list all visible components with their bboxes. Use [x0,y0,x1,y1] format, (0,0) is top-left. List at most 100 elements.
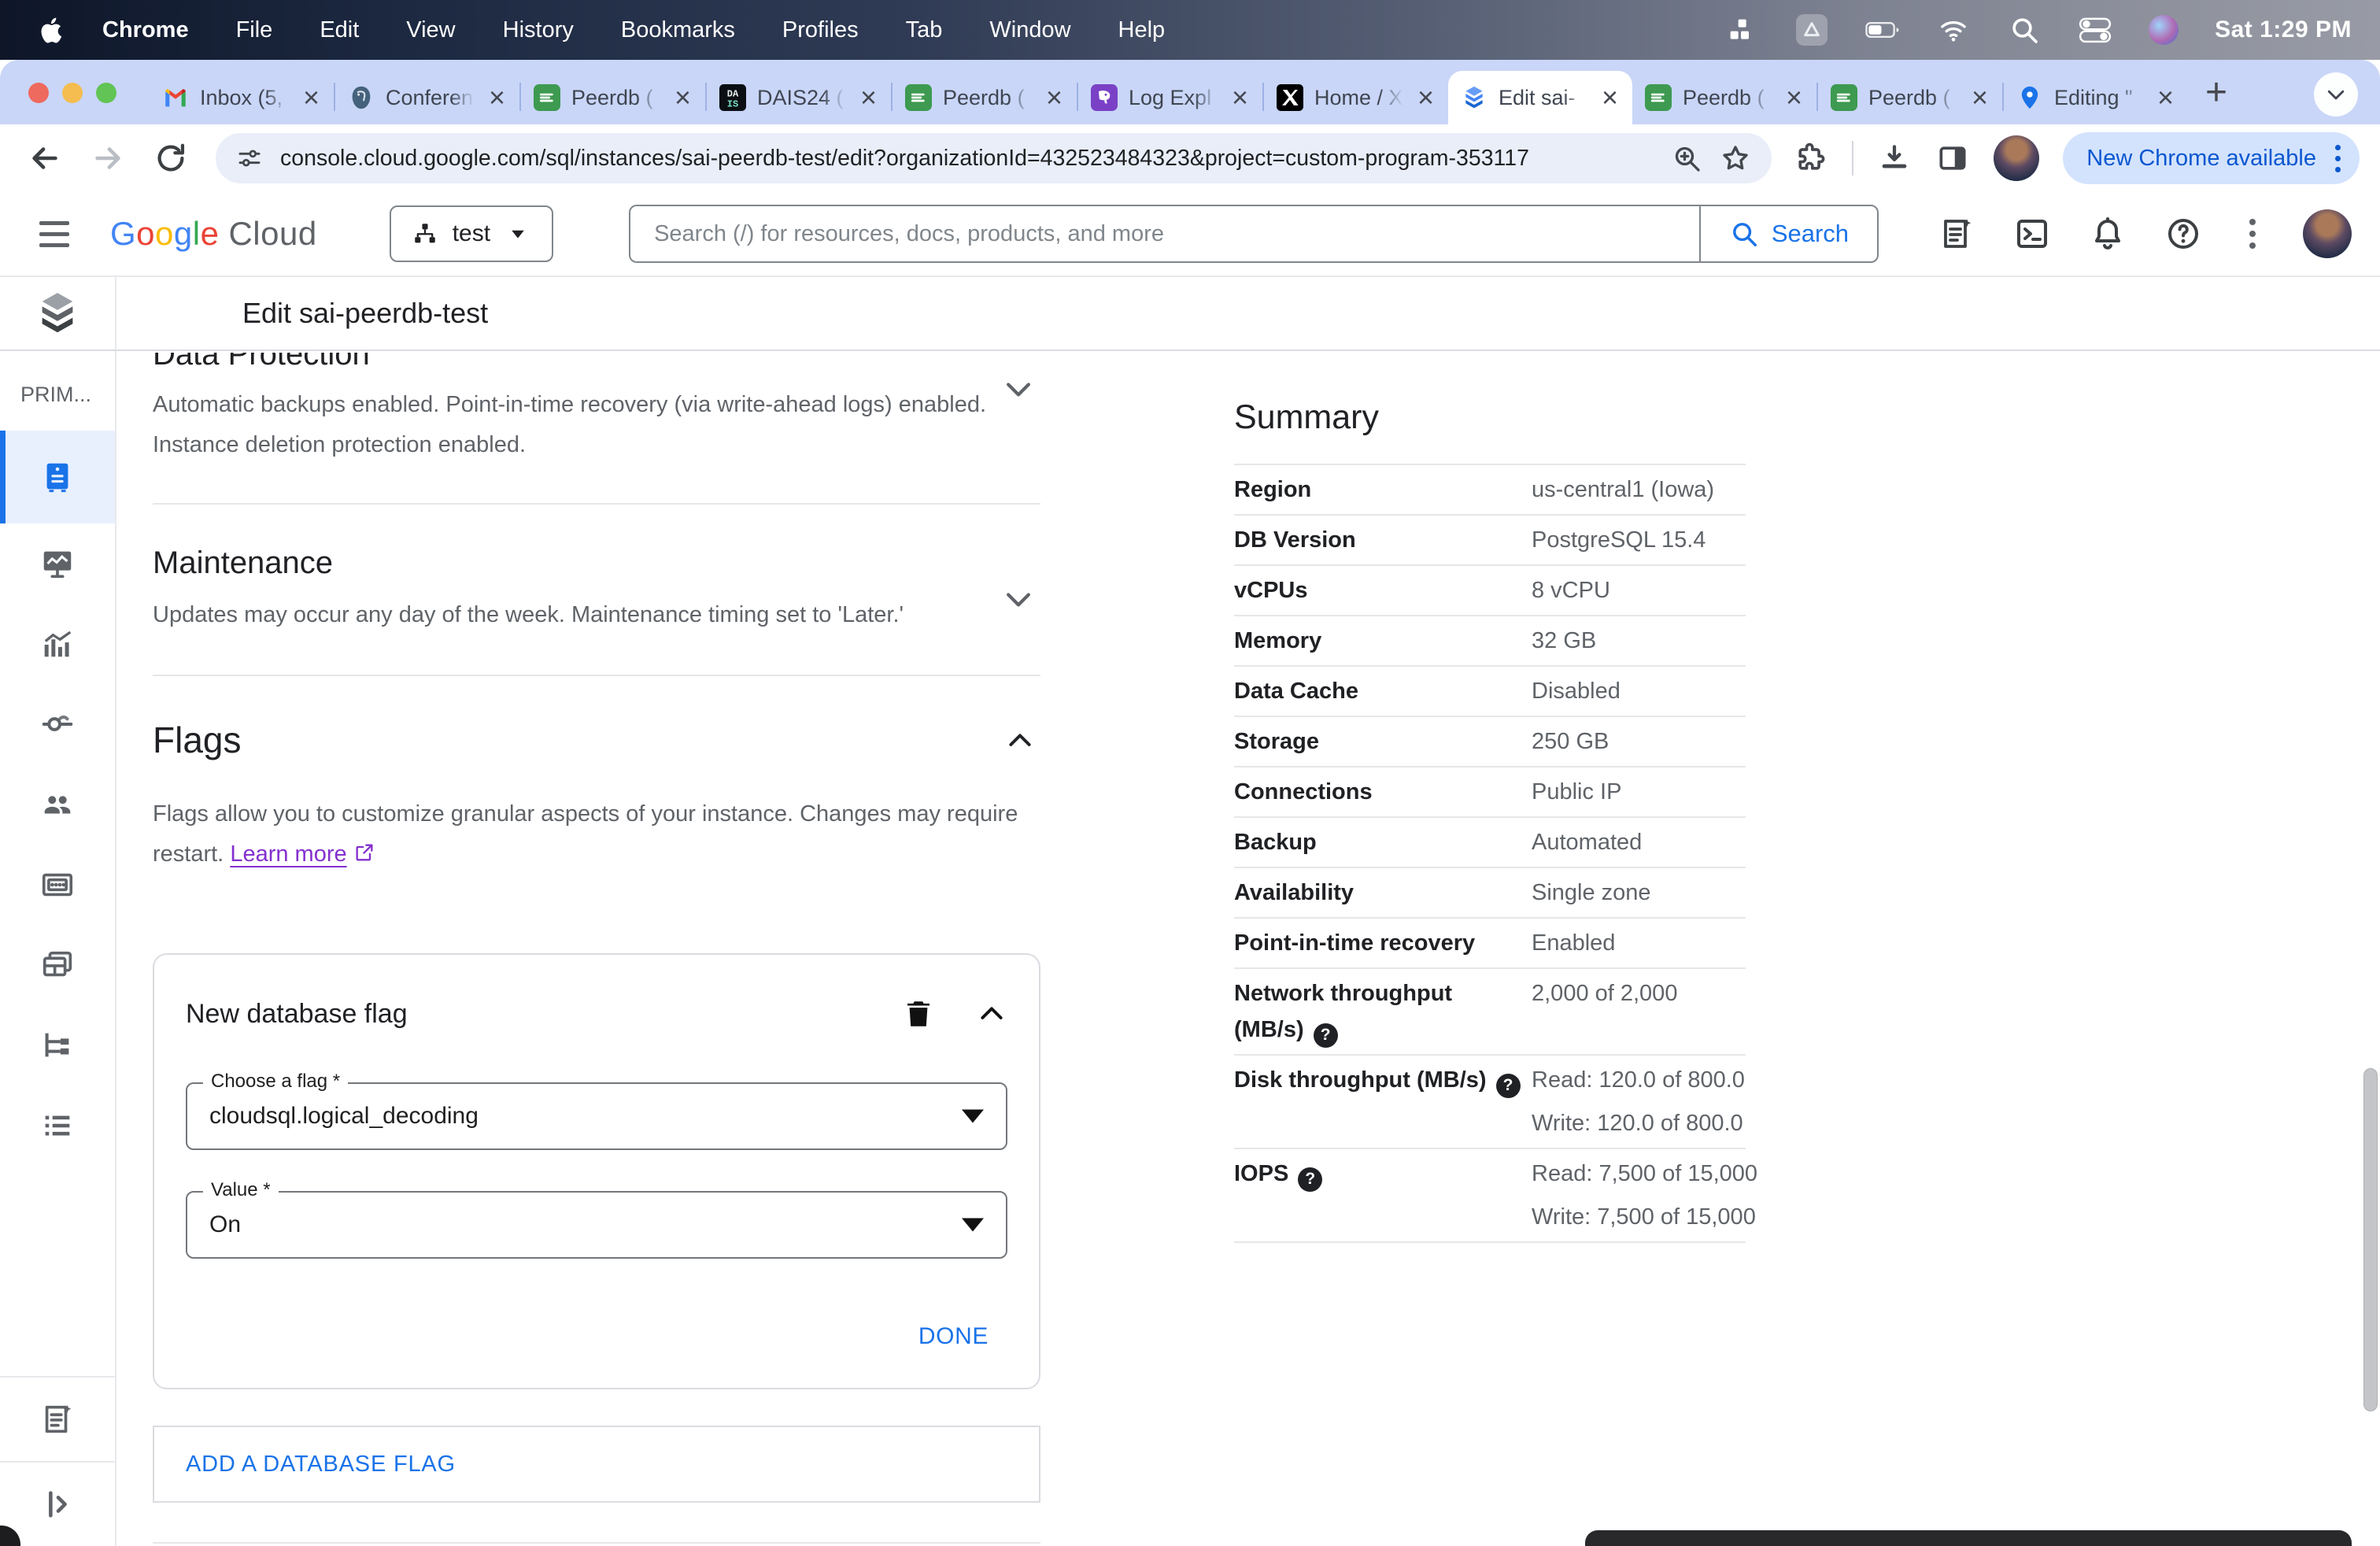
bookmark-star-icon[interactable] [1720,142,1751,174]
project-picker[interactable]: test [389,205,554,262]
scrollbar-thumb[interactable] [2363,1068,2378,1411]
section-flags: Flags Flags allow you to customize granu… [153,719,1040,1503]
search-icon[interactable] [2007,14,2042,46]
chrome-update-button[interactable]: New Chrome available [2063,132,2360,184]
account-avatar[interactable] [2303,209,2352,258]
add-database-flag-button[interactable]: ADD A DATABASE FLAG [153,1426,1040,1503]
close-window-button[interactable] [28,83,49,103]
tab-search-button[interactable] [2314,72,2358,117]
menubar-clock[interactable]: Sat 1:29 PM [2215,17,2352,43]
collapse-flag-icon[interactable] [976,998,1007,1030]
choose-flag-select[interactable]: Choose a flag * cloudsql.logical_decodin… [186,1071,1007,1150]
sidebar-item-replicas[interactable] [0,1005,115,1086]
chevron-down-icon[interactable] [1001,582,1036,616]
tab-peerdb[interactable]: Peerdb ( × [893,71,1077,124]
wifi-icon[interactable] [1936,14,1971,46]
stats-icon[interactable] [1724,14,1758,46]
close-tab-icon[interactable]: × [301,83,321,112]
app-triangle-icon[interactable] [1794,14,1829,46]
close-tab-icon[interactable]: × [1044,83,1064,112]
close-tab-icon[interactable]: × [1970,83,1990,112]
minimize-window-button[interactable] [62,83,83,103]
downloads-icon[interactable] [1877,141,1912,176]
menu-history[interactable]: History [479,17,597,43]
chevron-down-icon[interactable] [1001,372,1036,406]
site-settings-icon[interactable] [236,145,263,172]
tab-peerdb[interactable]: Peerdb (× [1632,71,1816,124]
menu-bookmarks[interactable]: Bookmarks [597,17,759,43]
nav-menu-icon[interactable] [39,220,69,247]
close-tab-icon[interactable]: × [1230,83,1250,112]
sidebar-item-databases[interactable] [0,845,115,925]
tab-log-expl[interactable]: Log Expl × [1078,71,1262,124]
browser-profile-avatar[interactable] [1994,135,2040,181]
tab-label: Peerdb ( [943,85,1025,109]
zoom-icon[interactable] [1671,142,1702,174]
battery-icon[interactable] [1865,14,1900,46]
release-notes-icon[interactable] [1938,215,1975,253]
apple-icon[interactable] [36,13,68,47]
more-options-icon[interactable] [2243,219,2262,249]
cloud-search-input[interactable] [629,205,1699,263]
sidebar-item-instance-overview[interactable] [0,431,115,523]
menu-chrome[interactable]: Chrome [79,17,213,43]
sidebar-release-notes[interactable] [0,1376,115,1461]
forward-icon[interactable] [90,140,126,176]
tab-home-x[interactable]: Home / X × [1264,71,1448,124]
help-icon[interactable]: ? [1298,1167,1323,1192]
sidebar-item-backups[interactable] [0,925,115,1005]
sidebar-item-operations[interactable] [0,1086,115,1166]
learn-more-link[interactable]: Learn more [230,841,346,867]
menu-view[interactable]: View [382,17,479,43]
reload-icon[interactable] [153,140,189,176]
close-tab-icon[interactable]: × [673,83,693,112]
tab-editing[interactable]: Editing " × [2004,71,2188,124]
tab-label: Editing " [2054,85,2133,109]
url-text[interactable]: console.cloud.google.com/sql/instances/s… [280,146,1654,172]
control-center-icon[interactable] [2078,14,2112,46]
fullscreen-window-button[interactable] [96,83,116,103]
flag-value-select[interactable]: Value * On [186,1179,1007,1259]
new-tab-button[interactable]: + [2205,74,2227,112]
summary-row: Storage 250 GB [1234,716,1746,766]
delete-flag-icon[interactable] [902,997,935,1030]
close-tab-icon[interactable]: × [859,83,878,112]
close-tab-icon[interactable]: × [2156,83,2175,112]
cloud-search-button[interactable]: Search [1698,205,1879,263]
tab-dais24[interactable]: DA IS DAIS24 (× [707,71,891,124]
close-tab-icon[interactable]: × [1416,83,1436,112]
close-tab-icon[interactable]: × [487,83,507,112]
menu-file[interactable]: File [213,17,297,43]
menu-edit[interactable]: Edit [296,17,382,43]
close-tab-icon[interactable]: × [1784,83,1804,112]
menu-help[interactable]: Help [1095,17,1189,43]
menu-tab[interactable]: Tab [882,17,966,43]
address-bar[interactable]: console.cloud.google.com/sql/instances/s… [216,133,1772,183]
chevron-up-icon[interactable] [1004,725,1036,756]
gcloud-logo[interactable]: Google Cloud [110,215,317,253]
back-icon[interactable] [27,140,63,176]
tab-conferen[interactable]: Conferen × [335,71,519,124]
tab-peerdb[interactable]: Peerdb (× [1818,71,2002,124]
help-icon[interactable]: ? [1313,1023,1338,1048]
help-icon[interactable]: ? [1495,1073,1521,1098]
close-tab-icon[interactable]: × [1600,83,1620,112]
browser-menu-icon[interactable] [2329,144,2347,172]
tab-edit-sai[interactable]: Edit sai- × [1448,71,1632,124]
done-button[interactable]: DONE [918,1323,989,1349]
side-panel-icon[interactable] [1935,141,1970,176]
sidebar-item-query-insights[interactable] [0,604,115,684]
sidebar-item-connections[interactable] [0,684,115,764]
cloud-shell-icon[interactable] [2013,215,2051,253]
extensions-icon[interactable] [1794,141,1828,176]
back-arrow-icon[interactable] [161,295,197,331]
menu-profiles[interactable]: Profiles [759,17,882,43]
help-icon[interactable] [2164,215,2202,253]
tab-peerdb[interactable]: Peerdb (× [521,71,705,124]
siri-icon[interactable] [2149,15,2179,45]
sidebar-item-users[interactable] [0,764,115,845]
tab-inbox-5[interactable]: Inbox (5, × [150,71,334,124]
sidebar-item-system-insights[interactable] [0,523,115,604]
menu-window[interactable]: Window [966,17,1094,43]
notifications-bell-icon[interactable] [2089,215,2127,253]
